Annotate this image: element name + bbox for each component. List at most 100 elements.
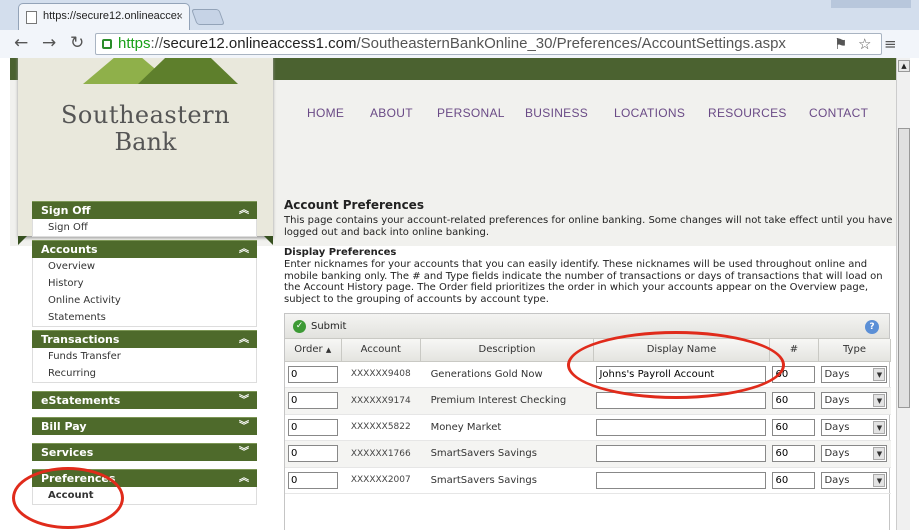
sidebar-section-bill-pay[interactable]: Bill Pay ︾ (32, 417, 257, 435)
display-name-input[interactable] (596, 445, 767, 463)
page-icon (26, 11, 37, 24)
sidebar-item-statements[interactable]: Statements (33, 309, 256, 326)
display-preferences-title: Display Preferences (284, 247, 397, 258)
scrollbar-thumb[interactable] (898, 128, 910, 408)
dropdown-arrow-icon[interactable]: ▼ (873, 394, 886, 408)
intro-text: This page contains your account-related … (284, 215, 893, 238)
order-input[interactable] (288, 445, 338, 463)
type-value: Days (824, 368, 850, 380)
sidebar-section-estatements[interactable]: eStatements ︾ (32, 391, 257, 409)
sidebar-item-history[interactable]: History (33, 275, 256, 292)
url-domain: secure12.onlineaccess1.com (163, 35, 357, 52)
annotation-circle-display-name (567, 331, 785, 399)
url-separator: :// (150, 35, 164, 52)
type-cell: Days ▼ (818, 387, 891, 415)
sidebar-item-online-activity[interactable]: Online Activity (33, 292, 256, 309)
nav-about[interactable]: ABOUT (370, 106, 413, 120)
reload-icon[interactable]: ↻ (70, 33, 84, 53)
display-name-input[interactable] (596, 418, 767, 436)
checkmark-icon: ✓ (293, 320, 306, 333)
dropdown-arrow-icon[interactable]: ▼ (873, 447, 886, 461)
count-cell (769, 387, 819, 415)
url-path: /SoutheasternBankOnline_30/Preferences/A… (356, 35, 786, 52)
type-select[interactable]: Days ▼ (821, 365, 888, 383)
nav-contact[interactable]: CONTACT (809, 106, 868, 120)
count-input[interactable] (772, 471, 816, 489)
column-header-order[interactable]: Order ▲ (285, 339, 342, 362)
display-name-cell (593, 467, 770, 494)
page-title: Account Preferences (284, 198, 424, 212)
column-header-account[interactable]: Account (341, 339, 422, 362)
collapse-icon[interactable]: ︽ (239, 470, 249, 488)
forward-arrow-icon[interactable]: → (42, 33, 56, 53)
order-input[interactable] (288, 392, 338, 410)
new-tab-button[interactable] (191, 9, 225, 25)
display-name-cell (593, 414, 770, 441)
table-row: XXXXXX1766SmartSavers Savings Days ▼ (285, 440, 891, 468)
vertical-scrollbar[interactable]: ▲ (896, 58, 910, 530)
sidebar-section-transactions[interactable]: Transactions ︽ (32, 330, 257, 348)
main-content: Account Preferences This page contains y… (284, 198, 896, 530)
mountain-icon (138, 58, 238, 84)
submit-button[interactable]: ✓ Submit (293, 319, 346, 334)
tab-strip: https://secure12.onlineacce: × (0, 0, 919, 30)
table-row: XXXXXX2007SmartSavers Savings Days ▼ (285, 467, 891, 494)
display-name-input[interactable] (596, 471, 767, 489)
collapse-icon[interactable]: ︽ (239, 331, 249, 349)
sidebar-section-sign-off[interactable]: Sign Off ︽ (32, 201, 257, 219)
column-header-description[interactable]: Description (420, 339, 594, 362)
type-select[interactable]: Days ▼ (821, 445, 888, 463)
expand-icon[interactable]: ︾ (239, 418, 249, 436)
type-select[interactable]: Days ▼ (821, 418, 888, 436)
order-cell (285, 361, 341, 388)
sidebar-item-recurring[interactable]: Recurring (33, 365, 256, 382)
sidebar-section-services[interactable]: Services ︾ (32, 443, 257, 461)
sidebar-item-overview[interactable]: Overview (33, 258, 256, 275)
order-input[interactable] (288, 418, 338, 436)
menu-icon[interactable]: ≡ (884, 35, 897, 53)
type-value: Days (824, 448, 850, 460)
nav-locations[interactable]: LOCATIONS (614, 106, 685, 120)
column-header-type[interactable]: Type (818, 339, 892, 362)
collapse-icon[interactable]: ︽ (239, 241, 249, 259)
ribbon-fold (264, 236, 273, 245)
address-bar[interactable]: https://secure12.onlineaccess1.com/South… (95, 33, 882, 55)
nav-business[interactable]: BUSINESS (525, 106, 588, 120)
expand-icon[interactable]: ︾ (239, 392, 249, 410)
expand-icon[interactable]: ︾ (239, 444, 249, 462)
nav-resources[interactable]: RESOURCES (708, 106, 787, 120)
dropdown-arrow-icon[interactable]: ▼ (873, 367, 886, 381)
web-page: HOME ABOUT PERSONAL BUSINESS LOCATIONS R… (10, 58, 896, 530)
close-tab-icon[interactable]: × (176, 9, 183, 23)
section-title: eStatements (41, 394, 121, 407)
sidebar-item-sign-off[interactable]: Sign Off (33, 219, 256, 236)
nav-personal[interactable]: PERSONAL (437, 106, 505, 120)
window-controls[interactable] (831, 0, 911, 8)
account-description: SmartSavers Savings (420, 440, 594, 468)
count-input[interactable] (772, 418, 816, 436)
nav-home[interactable]: HOME (307, 106, 344, 120)
order-input[interactable] (288, 365, 338, 383)
count-input[interactable] (772, 445, 816, 463)
order-input[interactable] (288, 471, 338, 489)
sidebar-section-accounts[interactable]: Accounts ︽ (32, 240, 257, 258)
dropdown-arrow-icon[interactable]: ▼ (873, 420, 886, 434)
scroll-up-arrow-icon[interactable]: ▲ (898, 60, 910, 72)
section-title: Sign Off (41, 204, 91, 217)
back-arrow-icon[interactable]: ← (14, 33, 28, 53)
type-select[interactable]: Days ▼ (821, 392, 888, 410)
type-value: Days (824, 474, 850, 486)
help-icon[interactable]: ? (865, 320, 879, 334)
count-cell (769, 467, 819, 494)
count-input[interactable] (772, 392, 816, 410)
sidebar-item-funds-transfer[interactable]: Funds Transfer (33, 348, 256, 365)
bookmark-star-icon[interactable]: ☆ (858, 35, 871, 53)
collapse-icon[interactable]: ︽ (239, 202, 249, 220)
flag-icon[interactable]: ⚑ (834, 35, 847, 53)
account-description: Money Market (420, 414, 594, 441)
type-select[interactable]: Days ▼ (821, 471, 888, 489)
annotation-circle-preferences (12, 467, 124, 529)
dropdown-arrow-icon[interactable]: ▼ (873, 473, 886, 487)
browser-tab[interactable]: https://secure12.onlineacce: × (18, 3, 190, 30)
type-cell: Days ▼ (818, 467, 891, 494)
